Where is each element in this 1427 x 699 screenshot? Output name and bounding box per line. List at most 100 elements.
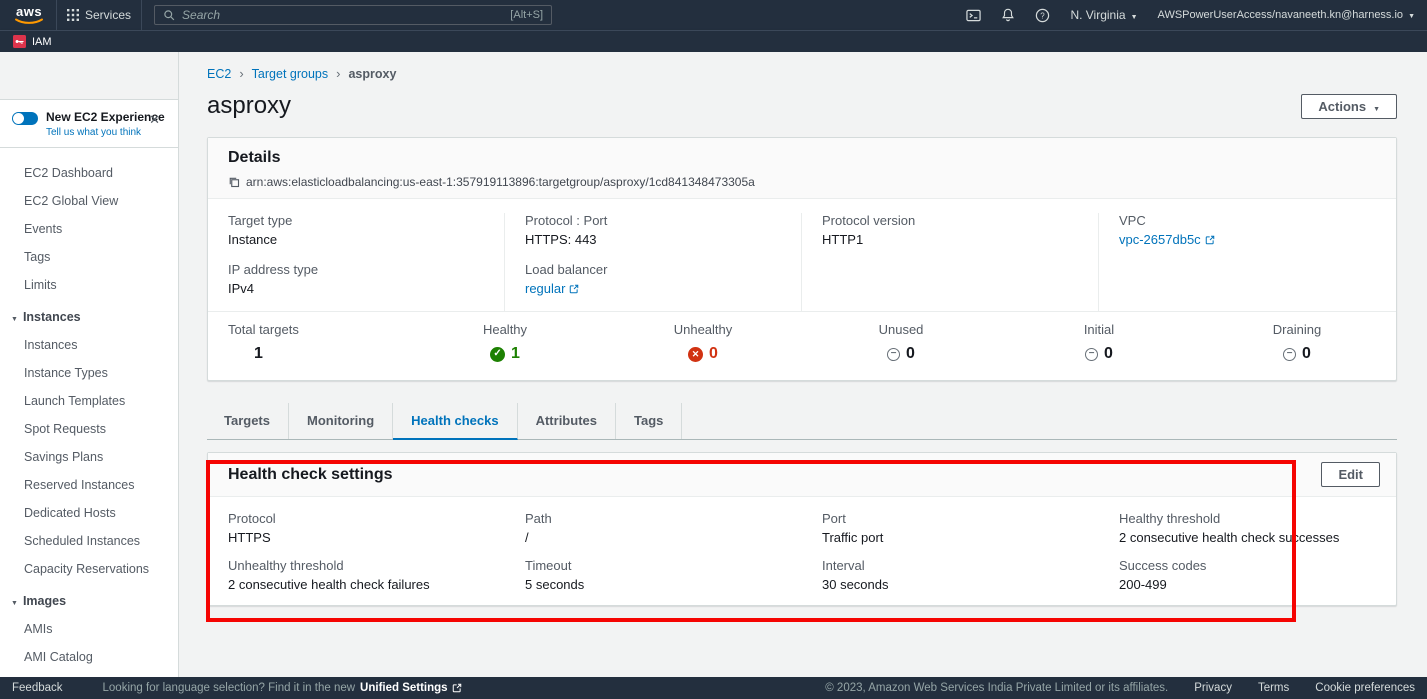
vpc-link[interactable]: vpc-2657db5c	[1119, 231, 1215, 248]
caret-down-icon	[11, 594, 18, 608]
sidebar-item-instance-types[interactable]: Instance Types	[0, 362, 178, 384]
details-header: Details arn:aws:elasticloadbalancing:us-…	[208, 138, 1396, 199]
sidebar-item-reserved-instances[interactable]: Reserved Instances	[0, 474, 178, 496]
breadcrumb-target-groups[interactable]: Target groups	[252, 67, 328, 81]
field-hc-path: Path /	[505, 511, 802, 546]
divider	[56, 0, 57, 30]
chevron-down-icon	[1131, 8, 1138, 22]
notifications-bell-icon[interactable]	[1001, 8, 1015, 22]
sidebar-item-capacity-reservations[interactable]: Capacity Reservations	[0, 558, 178, 580]
region-selector[interactable]: N. Virginia	[1070, 8, 1137, 22]
sidebar-nav: EC2 Dashboard EC2 Global View Events Tag…	[0, 148, 178, 677]
neutral-status-icon	[1283, 348, 1296, 361]
field-load-balancer: Load balancer regular	[525, 262, 781, 297]
sidebar-section-images[interactable]: Images	[0, 590, 178, 612]
experience-title: New EC2 Experience	[46, 110, 165, 124]
target-group-arn: arn:aws:elasticloadbalancing:us-east-1:3…	[246, 174, 755, 190]
cookie-preferences-link[interactable]: Cookie preferences	[1315, 682, 1415, 694]
tab-attributes[interactable]: Attributes	[518, 403, 616, 439]
tab-health-checks[interactable]: Health checks	[393, 403, 517, 440]
sidebar-item-ec2-global-view[interactable]: EC2 Global View	[0, 190, 178, 212]
cloudshell-icon[interactable]	[966, 8, 981, 23]
sidebar: New EC2 Experience Tell us what you thin…	[0, 52, 179, 677]
experience-toggle[interactable]	[12, 112, 38, 125]
field-ip-address-type: IP address type IPv4	[228, 262, 484, 297]
experience-feedback-link[interactable]: Tell us what you think	[46, 127, 141, 138]
aws-smile-icon	[14, 18, 44, 25]
services-grid-icon	[67, 9, 79, 21]
terms-link[interactable]: Terms	[1258, 682, 1289, 694]
counter-draining: Draining 0	[1198, 322, 1396, 364]
sidebar-item-ec2-dashboard[interactable]: EC2 Dashboard	[0, 162, 178, 184]
sidebar-item-limits[interactable]: Limits	[0, 274, 178, 296]
counter-total-targets: Total targets 1	[208, 322, 406, 364]
sidebar-spacer	[0, 52, 178, 99]
counter-initial: Initial 0	[1000, 322, 1198, 364]
counter-unhealthy: Unhealthy 0	[604, 322, 802, 364]
tab-monitoring[interactable]: Monitoring	[289, 403, 393, 439]
details-grid: Target type Instance IP address type IPv…	[208, 199, 1396, 311]
search-icon	[163, 9, 175, 21]
field-protocol-port: Protocol : Port HTTPS: 443	[525, 213, 781, 248]
services-menu[interactable]: Services	[67, 8, 131, 22]
counter-healthy: Healthy 1	[406, 322, 604, 364]
sidebar-item-instances[interactable]: Instances	[0, 334, 178, 356]
privacy-link[interactable]: Privacy	[1194, 682, 1232, 694]
sidebar-item-dedicated-hosts[interactable]: Dedicated Hosts	[0, 502, 178, 524]
svg-text:?: ?	[1041, 11, 1046, 20]
actions-label: Actions	[1318, 99, 1366, 114]
global-search[interactable]: [Alt+S]	[154, 5, 552, 25]
edit-label: Edit	[1338, 467, 1363, 482]
copy-icon[interactable]	[228, 176, 240, 188]
sidebar-item-scheduled-instances[interactable]: Scheduled Instances	[0, 530, 178, 552]
tab-bar: Targets Monitoring Health checks Attribu…	[207, 403, 1397, 440]
feedback-link[interactable]: Feedback	[12, 682, 63, 694]
unified-settings-link[interactable]: Unified Settings	[360, 682, 462, 694]
iam-service-icon	[13, 35, 26, 48]
load-balancer-link[interactable]: regular	[525, 280, 579, 297]
services-label: Services	[85, 8, 131, 22]
sidebar-item-tags[interactable]: Tags	[0, 246, 178, 268]
aws-logo[interactable]: aws	[12, 4, 46, 26]
sidebar-item-ami-catalog[interactable]: AMI Catalog	[0, 646, 178, 668]
external-link-icon	[452, 683, 462, 693]
help-icon[interactable]: ?	[1035, 8, 1050, 23]
new-ec2-experience-panel: New EC2 Experience Tell us what you thin…	[0, 99, 178, 148]
field-hc-unhealthy-threshold: Unhealthy threshold 2 consecutive health…	[208, 558, 505, 593]
neutral-status-icon	[887, 348, 900, 361]
sidebar-item-savings-plans[interactable]: Savings Plans	[0, 446, 178, 468]
healthy-status-icon	[490, 347, 505, 362]
search-input[interactable]	[182, 8, 503, 22]
sidebar-item-launch-templates[interactable]: Launch Templates	[0, 390, 178, 412]
chevron-down-icon	[1408, 9, 1415, 21]
close-icon[interactable]	[149, 112, 160, 128]
field-hc-timeout: Timeout 5 seconds	[505, 558, 802, 593]
main-content: EC2 Target groups asproxy asproxy Action…	[179, 52, 1427, 677]
breadcrumb-ec2[interactable]: EC2	[207, 67, 231, 81]
field-vpc: VPC vpc-2657db5c	[1119, 213, 1376, 248]
account-menu[interactable]: AWSPowerUserAccess/navaneeth.kn@harness.…	[1158, 9, 1415, 21]
sidebar-item-spot-requests[interactable]: Spot Requests	[0, 418, 178, 440]
sidebar-item-amis[interactable]: AMIs	[0, 618, 178, 640]
caret-down-icon	[11, 310, 18, 324]
actions-button[interactable]: Actions	[1301, 94, 1397, 119]
tab-tags[interactable]: Tags	[616, 403, 682, 439]
sidebar-item-events[interactable]: Events	[0, 218, 178, 240]
sidebar-section-instances[interactable]: Instances	[0, 306, 178, 328]
edit-button[interactable]: Edit	[1321, 462, 1380, 487]
external-link-icon	[1205, 235, 1215, 245]
field-hc-port: Port Traffic port	[802, 511, 1099, 546]
section-title: Images	[23, 594, 66, 608]
divider	[141, 0, 142, 30]
field-hc-success-codes: Success codes 200-499	[1099, 558, 1396, 593]
tab-targets[interactable]: Targets	[207, 403, 289, 439]
field-hc-healthy-threshold: Healthy threshold 2 consecutive health c…	[1099, 511, 1396, 546]
page-title: asproxy	[207, 91, 291, 121]
details-card: Details arn:aws:elasticloadbalancing:us-…	[207, 137, 1397, 381]
health-check-grid: Protocol HTTPS Path / Port Traffic port …	[208, 497, 1396, 605]
unhealthy-status-icon	[688, 347, 703, 362]
favorites-bar: IAM	[0, 30, 1427, 52]
breadcrumb-separator-icon	[336, 66, 340, 81]
favorite-iam[interactable]: IAM	[32, 36, 52, 48]
counter-unused: Unused 0	[802, 322, 1000, 364]
